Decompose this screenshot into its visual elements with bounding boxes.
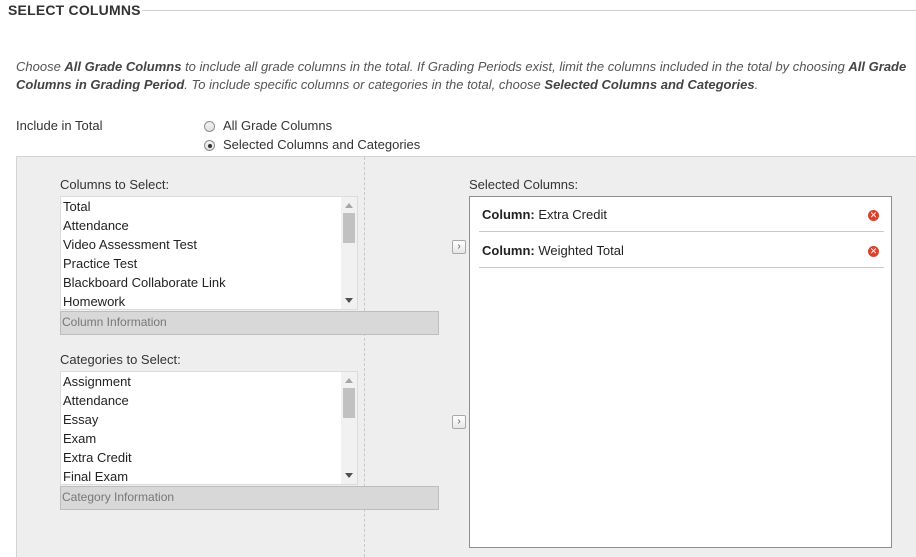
column-information-bar: Column Information <box>60 311 439 335</box>
radio-button[interactable] <box>204 121 215 132</box>
list-item[interactable]: Attendance <box>63 391 132 410</box>
categories-scrollbar[interactable] <box>341 372 357 484</box>
section-divider <box>142 10 916 11</box>
instructions-bold: Columns in Grading Period <box>16 77 185 92</box>
selected-item-name: Weighted Total <box>538 243 624 258</box>
instructions-part: to include all grade columns in the tota… <box>181 59 849 74</box>
scroll-up-icon[interactable] <box>345 203 353 208</box>
columns-scrollbar[interactable] <box>341 197 357 309</box>
list-item[interactable]: Extra Credit <box>63 448 132 467</box>
selected-item-name: Extra Credit <box>538 207 607 222</box>
scroll-thumb[interactable] <box>343 213 355 243</box>
list-item[interactable]: Essay <box>63 410 132 429</box>
list-item[interactable]: Homework <box>63 292 226 309</box>
list-item[interactable]: Total <box>63 197 226 216</box>
chevron-right-icon: › <box>457 241 461 252</box>
categories-listbox[interactable]: Assignment Attendance Essay Exam Extra Credi… <box>60 371 358 485</box>
instructions-text: Choose All Grade Columns to include all … <box>16 58 916 94</box>
category-information-bar: Category Information <box>60 486 439 510</box>
list-item[interactable]: Attendance <box>63 216 226 235</box>
instructions-bold: All Grade <box>848 59 907 74</box>
instructions-part: . To include specific columns or categor… <box>184 77 545 92</box>
selected-item-text: Column: Extra Credit <box>482 207 607 222</box>
selected-columns-label: Selected Columns: <box>469 177 579 192</box>
remove-icon[interactable]: ✕ <box>868 210 879 221</box>
instructions-bold: Selected Columns and Categories <box>544 77 755 92</box>
selected-item-text: Column: Weighted Total <box>482 243 624 258</box>
list-item[interactable]: Exam <box>63 429 132 448</box>
selected-columns-box: Column: Extra Credit ✕ Column: Weighted … <box>469 196 892 548</box>
list-item[interactable]: Practice Test <box>63 254 226 273</box>
list-item[interactable]: Final Exam <box>63 467 132 484</box>
categories-list: Assignment Attendance Essay Exam Extra Credi… <box>63 372 132 484</box>
list-item[interactable]: Assignment <box>63 372 132 391</box>
remove-icon[interactable]: ✕ <box>868 246 879 257</box>
scroll-down-icon[interactable] <box>345 473 353 478</box>
selected-item: Column: Extra Credit ✕ <box>479 197 884 232</box>
instructions-part: . <box>754 77 759 92</box>
selected-item-prefix: Column: <box>482 207 535 222</box>
scroll-thumb[interactable] <box>343 388 355 418</box>
scroll-up-icon[interactable] <box>345 378 353 383</box>
selected-item: Column: Weighted Total ✕ <box>479 233 884 268</box>
section-title: SELECT COLUMNS <box>8 2 141 18</box>
list-item[interactable]: Video Assessment Test <box>63 235 226 254</box>
radio-label: Selected Columns and Categories <box>223 137 421 152</box>
list-item[interactable]: Blackboard Collaborate Link <box>63 273 226 292</box>
instructions-bold: All Grade Columns <box>64 59 182 74</box>
instructions-part: Choose <box>16 59 65 74</box>
scroll-down-icon[interactable] <box>345 298 353 303</box>
radio-label: All Grade Columns <box>223 118 333 133</box>
columns-list: Total Attendance Video Assessment Test Prac… <box>63 197 226 309</box>
selected-item-prefix: Column: <box>482 243 535 258</box>
categories-to-select-label: Categories to Select: <box>60 352 181 367</box>
chevron-right-icon: › <box>457 416 461 427</box>
radio-button[interactable] <box>204 140 215 151</box>
add-category-button[interactable]: › <box>452 415 466 429</box>
columns-listbox[interactable]: Total Attendance Video Assessment Test Prac… <box>60 196 358 310</box>
columns-to-select-label: Columns to Select: <box>60 177 170 192</box>
include-in-total-label: Include in Total <box>16 118 103 133</box>
add-column-button[interactable]: › <box>452 240 466 254</box>
